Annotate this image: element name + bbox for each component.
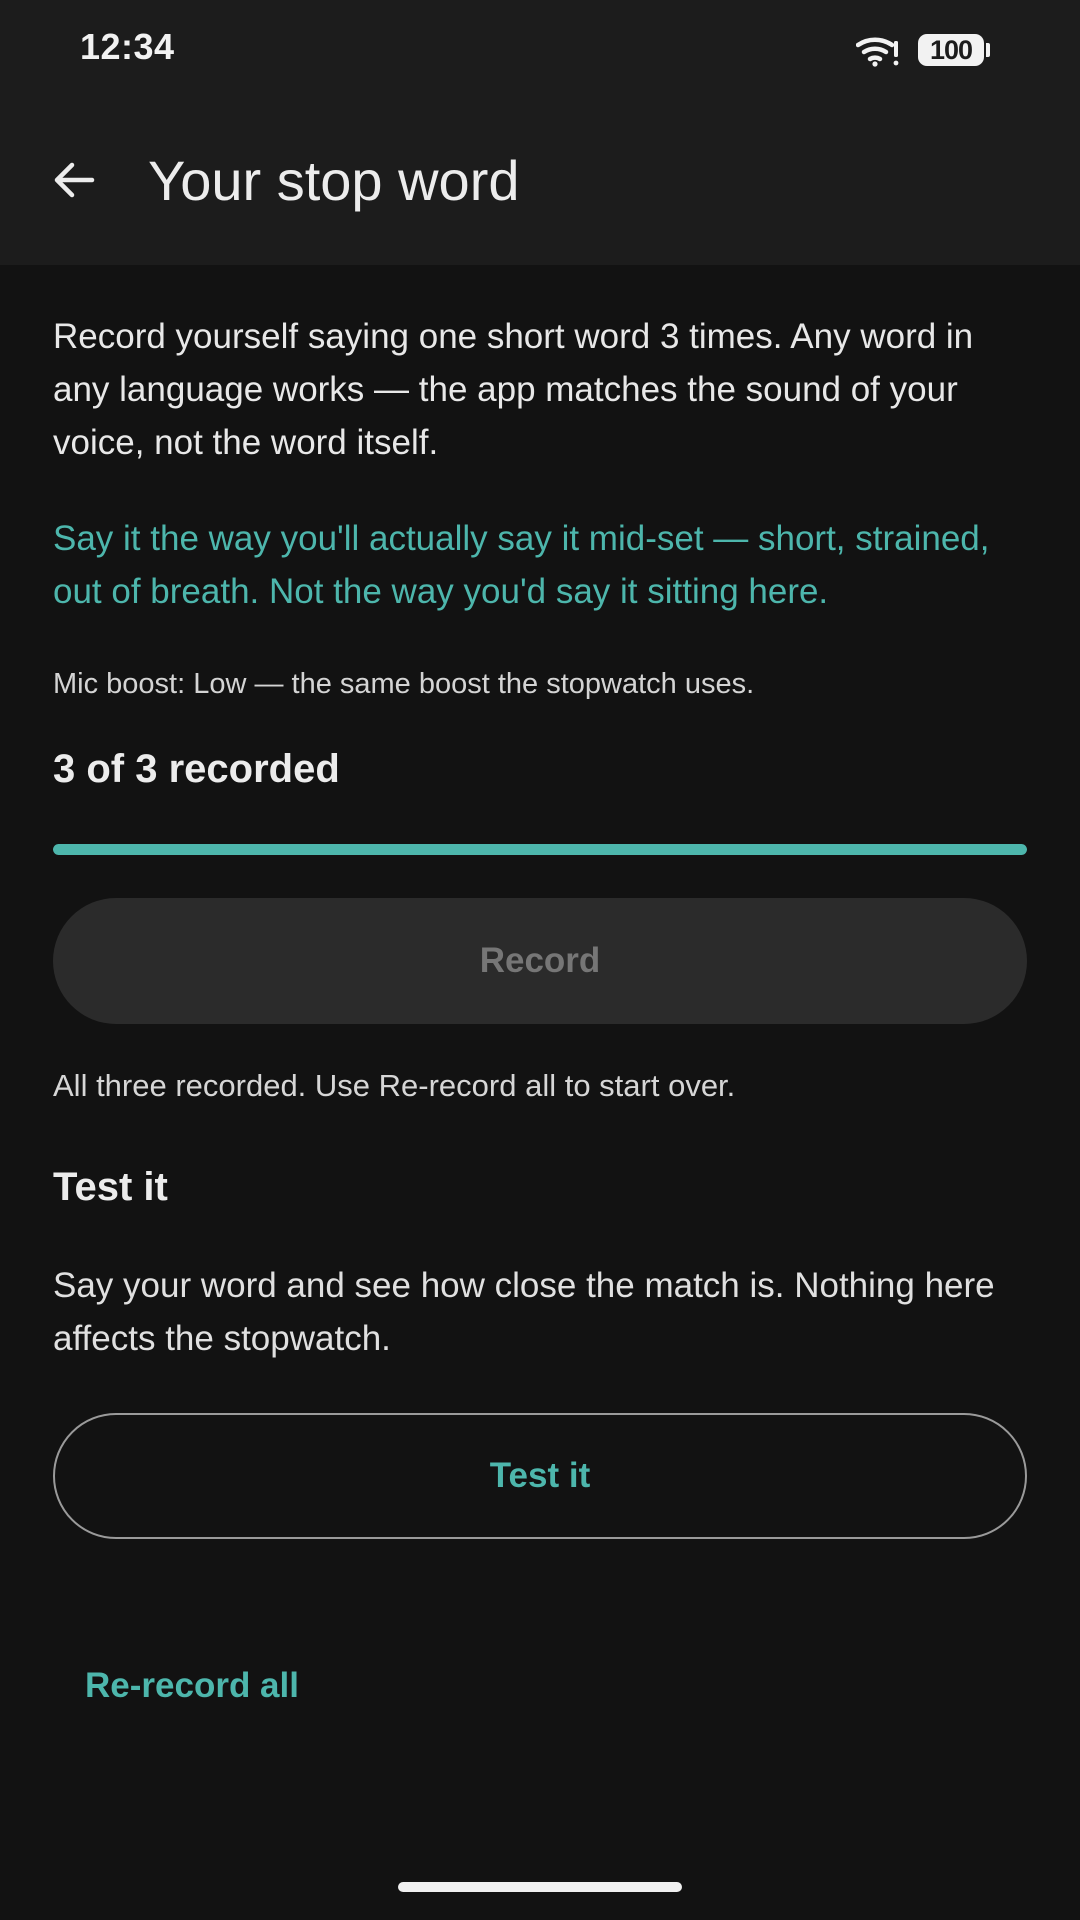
back-button[interactable] (42, 148, 106, 212)
arrow-back-icon (54, 162, 95, 198)
main-content: Record yourself saying one short word 3 … (53, 310, 1027, 1539)
top-app-bar: 12:34 100 Your stop word (0, 0, 1080, 265)
record-hint: All three recorded. Use Re-record all to… (53, 1068, 736, 1103)
home-indicator[interactable] (398, 1882, 682, 1892)
progress-bar (53, 844, 1027, 855)
progress-label: 3 of 3 recorded (53, 747, 340, 791)
progress-fill (53, 844, 1027, 855)
screen: 12:34 100 Your stop word Record yourself… (0, 0, 1080, 1920)
wifi-icon (856, 33, 900, 67)
status-icons: 100 (856, 30, 990, 70)
rerecord-all-button[interactable]: Re-record all (85, 1664, 299, 1708)
intro-text: Record yourself saying one short word 3 … (53, 317, 974, 462)
battery-level: 100 (918, 34, 984, 66)
tip-text: Say it the way you'll actually say it mi… (53, 519, 990, 611)
test-section-description: Say your word and see how close the matc… (53, 1266, 995, 1358)
record-button[interactable]: Record (53, 898, 1027, 1024)
test-section-heading: Test it (53, 1165, 168, 1209)
page-title: Your stop word (148, 149, 520, 212)
mic-boost-text: Mic boost: Low — the same boost the stop… (53, 668, 755, 700)
test-it-button[interactable]: Test it (53, 1413, 1027, 1539)
status-time: 12:34 (80, 26, 175, 67)
battery-icon: 100 (918, 34, 990, 66)
